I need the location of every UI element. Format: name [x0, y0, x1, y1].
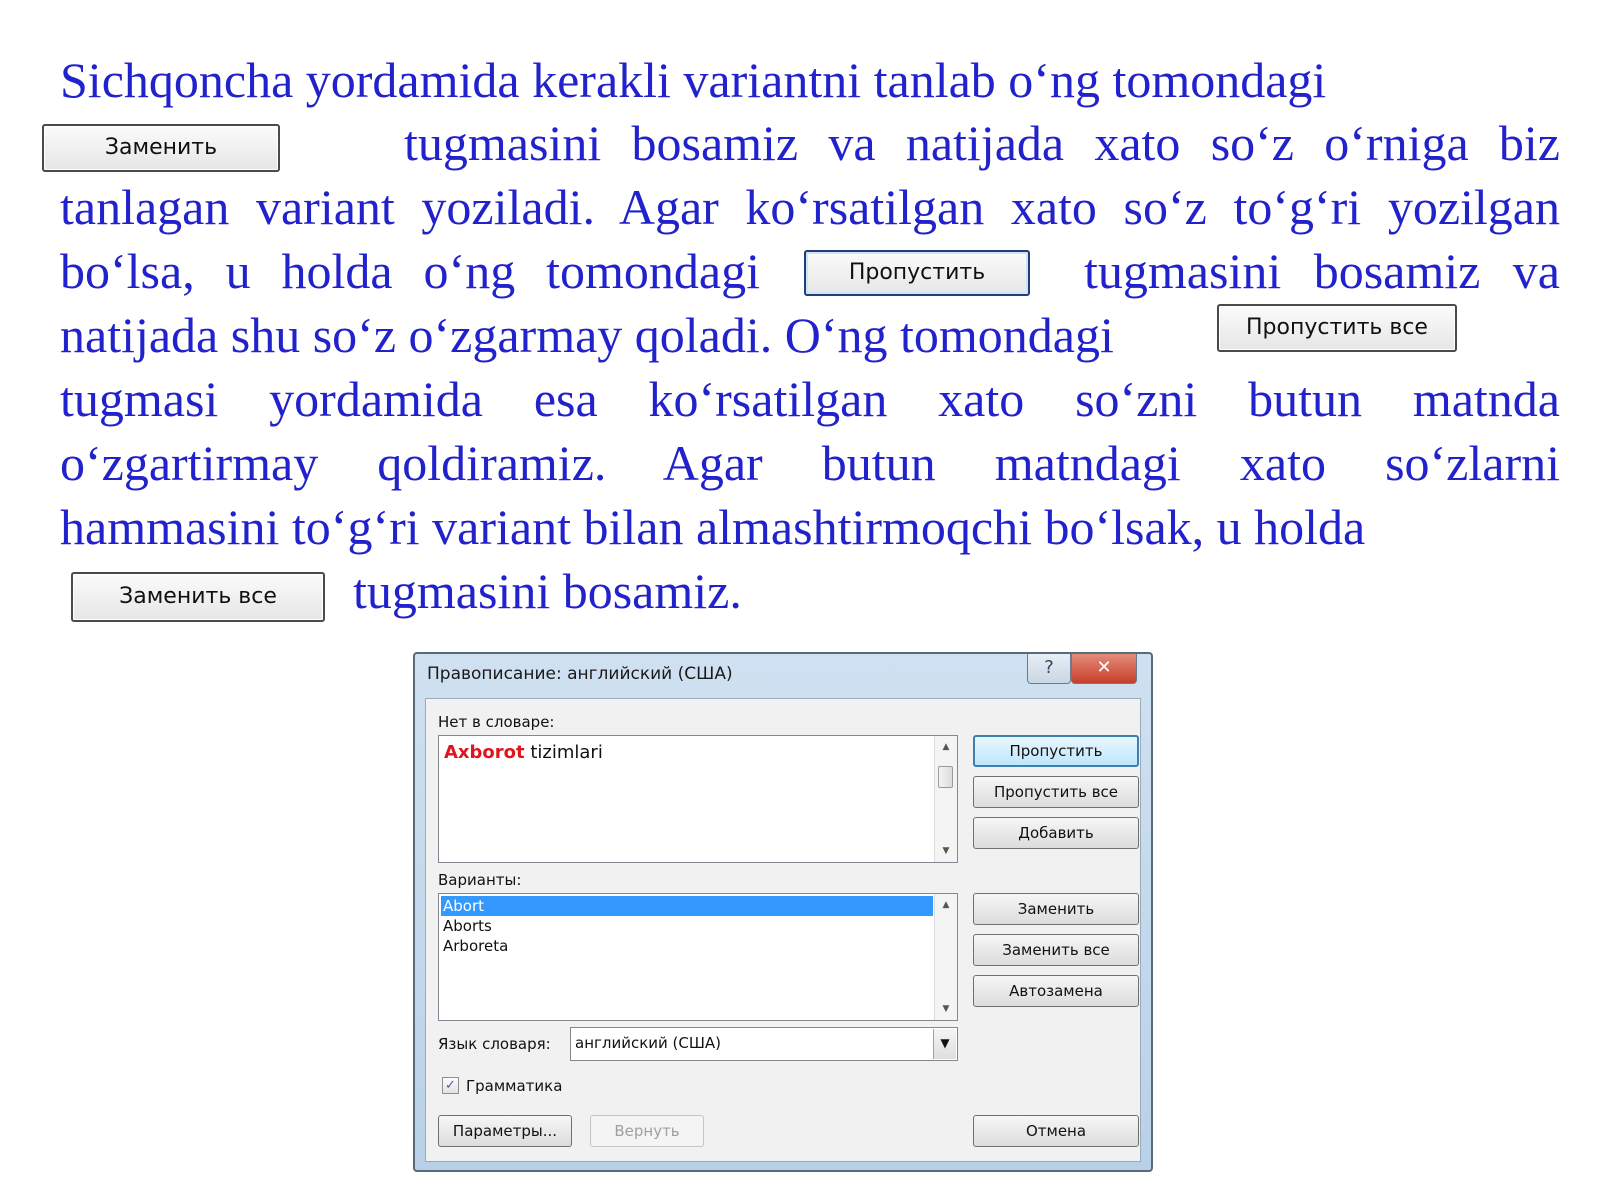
scroll-thumb[interactable]: [938, 766, 953, 788]
text-line-3: tanlagan variant yoziladi. Agar ko‘rsati…: [60, 179, 1560, 235]
spelling-dialog: Правописание: английский (США) ? ✕ Нет в…: [413, 652, 1153, 1172]
text-line-5-content: natijada shu so‘z o‘zgarmay qoladi. O‘ng…: [60, 307, 1114, 363]
scroll-up-icon[interactable]: ▲: [935, 900, 957, 910]
inline-replace-all-button: Заменить все: [71, 572, 325, 622]
text-line-9: tugmasini bosamiz.: [353, 560, 1153, 622]
dictionary-language-select[interactable]: английский (США) ▼: [570, 1027, 958, 1061]
skip-button[interactable]: Пропустить: [973, 735, 1139, 767]
text-line-4-start: bo‘lsa, u holda o‘ng tomondagi: [60, 243, 760, 299]
dialog-title: Правописание: английский (США): [427, 664, 733, 684]
skip-all-button[interactable]: Пропустить все: [973, 776, 1139, 808]
replace-button[interactable]: Заменить: [973, 893, 1139, 925]
text-line-4-end: tugmasini bosamiz va: [1084, 243, 1560, 299]
close-button[interactable]: ✕: [1071, 654, 1137, 684]
help-icon: ?: [1044, 657, 1054, 678]
text-line-9-content: tugmasini bosamiz.: [353, 563, 742, 619]
variants-list[interactable]: Abort Aborts Arboreta ▲ ▼: [438, 893, 958, 1021]
grammar-label[interactable]: Грамматика: [466, 1077, 562, 1095]
variant-option[interactable]: Aborts: [441, 916, 933, 936]
chevron-down-icon[interactable]: ▼: [933, 1029, 956, 1059]
undo-button[interactable]: Вернуть: [590, 1115, 704, 1147]
autocorrect-button[interactable]: Автозамена: [973, 975, 1139, 1007]
sentence-text[interactable]: Axborot tizimlari: [444, 742, 603, 763]
dialog-body: Нет в словаре: Axborot tizimlari ▲ ▼ Про…: [425, 698, 1141, 1162]
scroll-up-icon[interactable]: ▲: [935, 742, 957, 752]
inline-skip-all-button: Пропустить все: [1217, 304, 1457, 352]
sentence-rest: tizimlari: [524, 742, 603, 763]
text-line-8: hammasini to‘g‘ri variant bilan almashti…: [60, 496, 1560, 558]
text-scrollbar[interactable]: ▲ ▼: [934, 736, 957, 862]
text-line-1: Sichqoncha yordamida kerakli variantni t…: [60, 49, 1560, 111]
variant-option[interactable]: Abort: [441, 896, 933, 916]
text-line-8-content: hammasini to‘g‘ri variant bilan almashti…: [60, 499, 1366, 555]
variants-label: Варианты:: [438, 871, 522, 889]
grammar-checkbox[interactable]: ✓: [442, 1077, 459, 1094]
text-line-2: tugmasini bosamiz va natijada xato so‘z …: [404, 115, 1560, 171]
dictionary-language-label: Язык словаря:: [438, 1035, 551, 1053]
variants-scrollbar[interactable]: ▲ ▼: [934, 894, 957, 1020]
cancel-button[interactable]: Отмена: [973, 1115, 1139, 1147]
text-line-7: o‘zgartirmay qoldiramiz. Agar butun matn…: [60, 435, 1560, 491]
dictionary-language-value: английский (США): [575, 1034, 722, 1052]
scroll-down-icon[interactable]: ▼: [935, 846, 957, 856]
inline-replace-button: Заменить: [42, 124, 280, 172]
not-in-dictionary-label: Нет в словаре:: [438, 713, 555, 731]
help-button[interactable]: ?: [1027, 654, 1071, 684]
replace-all-button[interactable]: Заменить все: [973, 934, 1139, 966]
add-to-dictionary-button[interactable]: Добавить: [973, 817, 1139, 849]
scroll-down-icon[interactable]: ▼: [935, 1004, 957, 1014]
close-icon: ✕: [1096, 657, 1112, 678]
variant-option[interactable]: Arboreta: [441, 936, 933, 956]
options-button[interactable]: Параметры...: [438, 1115, 572, 1147]
inline-skip-button: Пропустить: [804, 250, 1030, 296]
text-line-1-content: Sichqoncha yordamida kerakli variantni t…: [60, 52, 1327, 108]
misspelled-word: Axborot: [444, 742, 525, 763]
not-in-dictionary-box[interactable]: Axborot tizimlari ▲ ▼: [438, 735, 958, 863]
text-line-6: tugmasi yordamida esa ko‘rsatilgan xato …: [60, 371, 1560, 427]
